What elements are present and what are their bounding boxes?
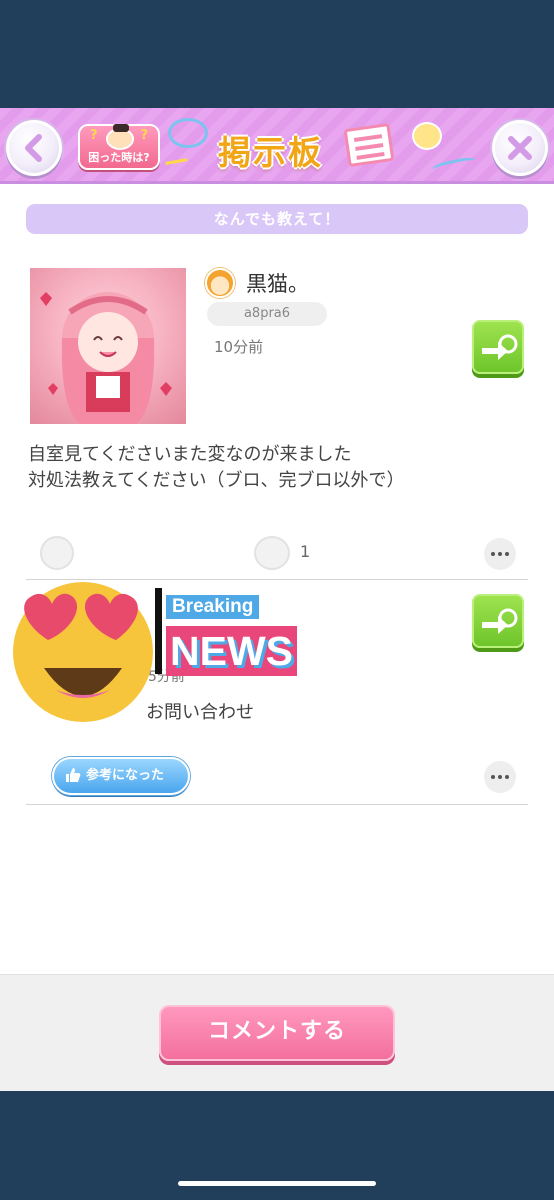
author-rank-icon — [205, 268, 235, 298]
close-button[interactable] — [492, 120, 548, 176]
notice-board-icon — [343, 122, 395, 168]
post-body-text: 自室見てくださいまた変なのが来ました 対処法教えてください（ブロ、完ブロ以外で） — [28, 444, 405, 491]
heart-eyes-emoji-icon — [13, 582, 153, 722]
dot-icon — [505, 552, 509, 556]
reply-add-friend-button[interactable] — [472, 594, 524, 648]
post-avatar-image[interactable] — [30, 268, 186, 424]
chevron-left-icon — [25, 134, 42, 162]
wave-icon — [431, 155, 477, 177]
question-mark-icon: ? — [140, 128, 148, 143]
dot-icon — [498, 552, 502, 556]
add-friend-button[interactable] — [472, 320, 524, 374]
user-id-badge: a8pra6 — [207, 302, 327, 326]
speech-bubble-icon — [168, 118, 208, 148]
comment-bubble-icon[interactable] — [254, 536, 290, 570]
friend-request-icon — [482, 334, 518, 360]
bulletin-board-panel: ? ? 困った時は? 掲示板 なんでも教えて！ 黒猫。 a8pra6 10分前 … — [0, 108, 554, 1091]
dot-icon — [491, 775, 495, 779]
footer-bar: コメントする — [0, 974, 554, 1091]
author-name[interactable]: 黒猫。 — [246, 268, 309, 298]
question-mark-icon: ? — [90, 128, 98, 143]
reaction-icon[interactable] — [40, 536, 74, 570]
sparkle-icon — [165, 158, 189, 172]
category-label: なんでも教えて！ — [26, 204, 528, 234]
header-bar: ? ? 困った時は? 掲示板 — [0, 108, 554, 184]
dot-icon — [505, 775, 509, 779]
comment-button[interactable]: コメントする — [159, 1005, 395, 1061]
reply-more-options-button[interactable] — [484, 761, 516, 793]
post-more-options-button[interactable] — [484, 538, 516, 570]
home-indicator[interactable] — [178, 1181, 376, 1186]
dot-icon — [498, 775, 502, 779]
help-button[interactable]: ? ? 困った時は? — [78, 124, 160, 170]
friend-request-icon — [482, 608, 518, 634]
mascot-icon — [106, 124, 134, 150]
back-button[interactable] — [6, 120, 62, 176]
help-button-label: 困った時は? — [88, 151, 150, 164]
helpful-button-label: 参考になった — [86, 768, 165, 783]
reply-body-text: お問い合わせ — [146, 702, 254, 723]
post-timestamp: 10分前 — [214, 338, 264, 356]
page-title: 掲示板 — [218, 133, 323, 172]
avatar-illustration-icon — [40, 292, 172, 424]
smiley-icon — [412, 122, 442, 150]
helpful-button[interactable]: 参考になった — [52, 757, 190, 795]
thumbs-up-icon — [66, 768, 81, 782]
breaking-sticker: Breaking — [166, 595, 260, 619]
close-icon — [508, 136, 532, 160]
news-sticker: NEWS — [166, 626, 297, 676]
comment-count: 1 — [300, 542, 311, 561]
divider — [26, 804, 528, 805]
dot-icon — [491, 552, 495, 556]
